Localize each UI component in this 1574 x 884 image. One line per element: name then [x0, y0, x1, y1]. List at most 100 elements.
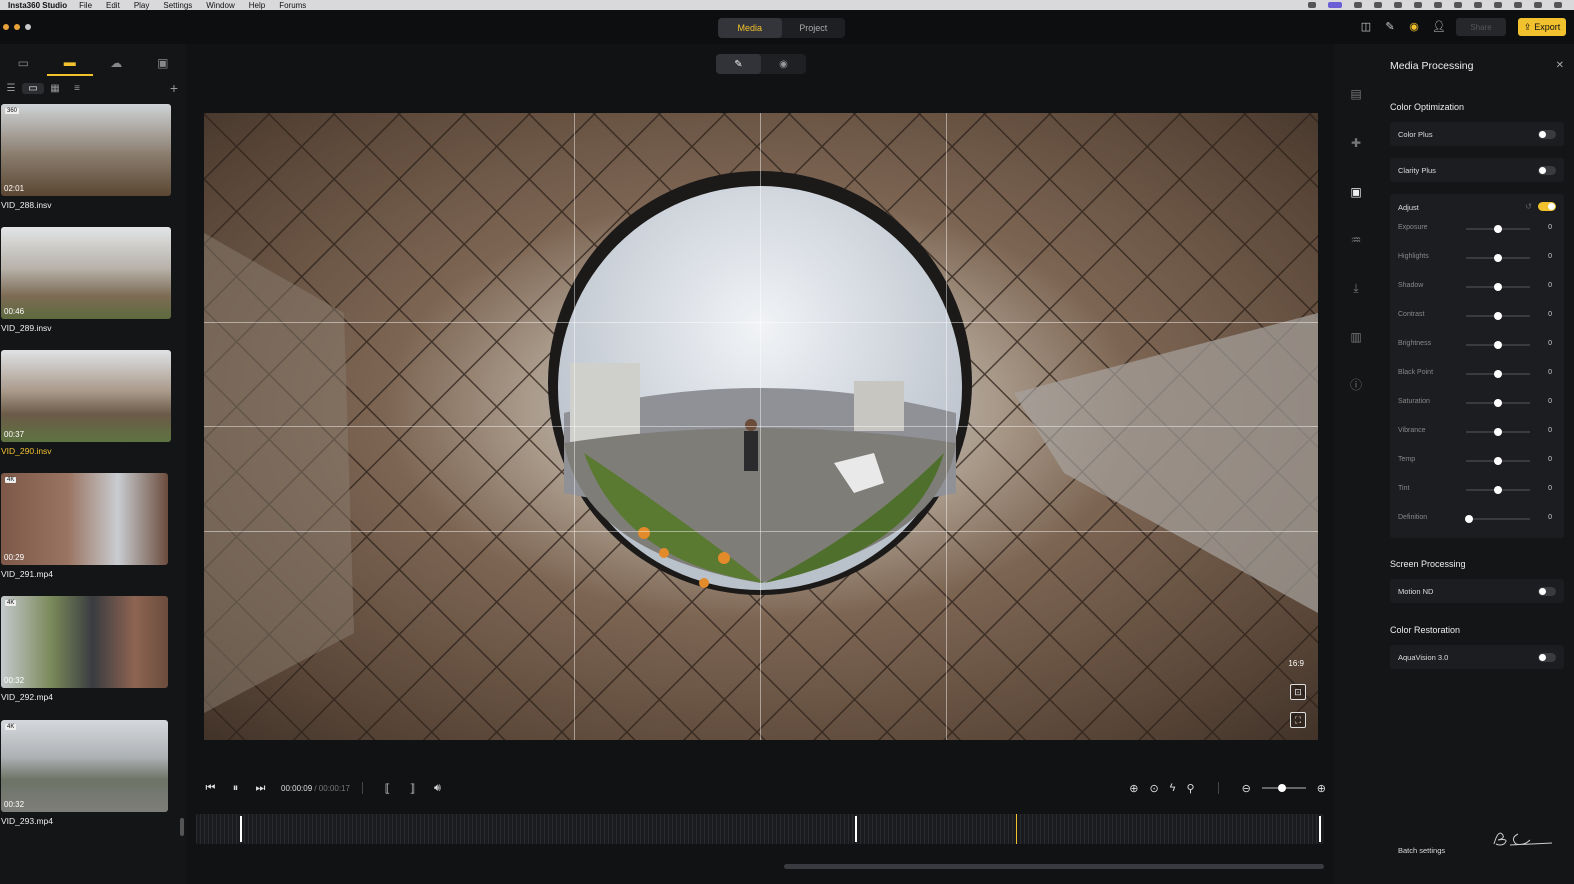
slider-track[interactable] — [1466, 312, 1530, 320]
motion-icon[interactable]: ⚲ — [1187, 782, 1195, 795]
adjust-toggle[interactable] — [1538, 202, 1556, 211]
tray-icon[interactable] — [1394, 2, 1402, 8]
share-button[interactable]: Share — [1456, 18, 1506, 36]
large-thumbnail-view-icon[interactable]: ▭ — [22, 82, 44, 94]
close-window-button[interactable] — [3, 24, 9, 30]
edit-icon[interactable]: ✎ — [1384, 21, 1396, 33]
cloud-icon[interactable]: ☁ — [93, 50, 140, 76]
slider-knob[interactable] — [1494, 486, 1502, 494]
speed-icon[interactable]: ϟ — [1170, 782, 1176, 794]
batch-settings-button[interactable]: Batch settings — [1398, 846, 1445, 855]
pause-icon[interactable]: ⏸ — [223, 782, 248, 795]
close-icon[interactable]: ✕ — [1556, 60, 1564, 71]
aspect-ratio-label[interactable]: 16:9 — [1288, 659, 1304, 668]
zoom-in-icon[interactable]: ⊕ — [1317, 782, 1326, 795]
fullscreen-icon[interactable]: ⛶ — [1290, 712, 1306, 728]
tray-icon[interactable] — [1374, 2, 1382, 8]
trim-end-icon[interactable]: ⟧ — [400, 782, 425, 795]
zoom-slider-knob[interactable] — [1277, 784, 1286, 792]
user-icon[interactable]: 👤︎ — [1432, 21, 1446, 33]
tray-icon[interactable] — [1434, 2, 1442, 8]
clip-item[interactable]: 4K 00:29 VID_291.mp4 — [1, 473, 171, 579]
tray-icon[interactable] — [1454, 2, 1462, 8]
aquavision-toggle[interactable] — [1538, 653, 1556, 662]
slider-track[interactable] — [1466, 283, 1530, 291]
slider-track[interactable] — [1466, 254, 1530, 262]
slider-track[interactable] — [1466, 486, 1530, 494]
slider-knob[interactable] — [1494, 312, 1502, 320]
layout-icon[interactable]: ◫ — [1360, 21, 1372, 33]
reset-icon[interactable]: ↺ — [1525, 202, 1532, 211]
edit-mode-icon[interactable]: ✎ — [716, 54, 761, 74]
slider-knob[interactable] — [1494, 457, 1502, 465]
menu-forums[interactable]: Forums — [279, 1, 306, 10]
slider-track[interactable] — [1466, 225, 1530, 233]
coin-icon[interactable]: ◉ — [1408, 21, 1420, 33]
slider-track[interactable] — [1466, 399, 1530, 407]
tray-icon[interactable] — [1308, 2, 1316, 8]
download-icon[interactable]: ⤓ — [1348, 280, 1364, 296]
bluetooth-icon[interactable] — [1414, 2, 1422, 8]
slider-track[interactable] — [1466, 341, 1530, 349]
sort-icon[interactable]: ☰ — [0, 83, 22, 94]
slider-track[interactable] — [1466, 457, 1530, 465]
search-icon[interactable] — [1534, 2, 1542, 8]
folder-icon[interactable]: ▬ — [46, 50, 93, 76]
export-button[interactable]: ⇪ Export — [1518, 18, 1566, 36]
grid-view-icon[interactable]: ▦ — [44, 83, 66, 94]
slider-track[interactable] — [1466, 370, 1530, 378]
clip-item[interactable]: 00:46 VID_289.insv — [1, 227, 171, 333]
skip-forward-icon[interactable]: ⏭ — [248, 782, 273, 795]
tab-media[interactable]: Media — [718, 18, 782, 38]
layers-icon[interactable]: ▥ — [1348, 329, 1364, 345]
sidebar-scrollbar[interactable] — [180, 818, 184, 836]
plugin-icon[interactable]: ✚ — [1348, 135, 1364, 151]
timeline-scrollbar[interactable] — [784, 864, 1324, 869]
tray-icon[interactable] — [1474, 2, 1482, 8]
film-icon[interactable]: ▤ — [1348, 86, 1364, 102]
preview-mode-icon[interactable]: ◉ — [761, 54, 806, 74]
slider-knob[interactable] — [1494, 254, 1502, 262]
menu-file[interactable]: File — [79, 1, 92, 10]
zoom-window-button[interactable] — [25, 24, 31, 30]
control-center-icon[interactable] — [1554, 2, 1562, 8]
crop-icon[interactable]: ⊡ — [1290, 684, 1306, 700]
menu-window[interactable]: Window — [206, 1, 234, 10]
slider-track[interactable] — [1465, 515, 1530, 523]
skip-back-icon[interactable]: ⏮ — [198, 782, 223, 795]
list-view-icon[interactable]: ≡ — [66, 83, 88, 94]
playhead[interactable] — [855, 816, 857, 842]
motion-nd-toggle[interactable] — [1538, 587, 1556, 596]
tray-icon[interactable] — [1328, 2, 1342, 8]
device-icon[interactable]: ▭ — [0, 50, 47, 76]
keyframe-marker[interactable] — [1016, 814, 1017, 844]
tray-icon[interactable] — [1494, 2, 1502, 8]
slider-track[interactable] — [1466, 428, 1530, 436]
trim-in-handle[interactable] — [240, 816, 242, 842]
slider-knob[interactable] — [1494, 399, 1502, 407]
menu-play[interactable]: Play — [134, 1, 150, 10]
tray-icon[interactable] — [1354, 2, 1362, 8]
audio-icon[interactable]: ♒︎ — [1348, 232, 1364, 248]
import-folder-icon[interactable]: ▣ — [140, 50, 187, 76]
timeline-track[interactable] — [196, 814, 1324, 844]
slider-knob[interactable] — [1494, 225, 1502, 233]
slider-knob[interactable] — [1465, 515, 1474, 523]
tab-project[interactable]: Project — [782, 18, 846, 38]
trim-out-handle[interactable] — [1319, 816, 1321, 842]
color-plus-toggle[interactable] — [1538, 130, 1556, 139]
zoom-slider[interactable] — [1261, 784, 1306, 792]
slider-knob[interactable] — [1494, 341, 1502, 349]
slider-knob[interactable] — [1494, 428, 1502, 436]
zoom-out-icon[interactable]: ⊖ — [1242, 782, 1251, 795]
menu-edit[interactable]: Edit — [106, 1, 120, 10]
wifi-icon[interactable] — [1514, 2, 1522, 8]
minimize-window-button[interactable] — [14, 24, 20, 30]
media-processing-icon[interactable]: ▣ — [1348, 184, 1364, 200]
volume-icon[interactable]: 🔊︎ — [425, 782, 450, 795]
add-keyframe-icon[interactable]: ⊕ — [1129, 782, 1138, 795]
deep-track-icon[interactable]: ⊙ — [1149, 782, 1158, 795]
slider-knob[interactable] — [1494, 283, 1502, 291]
app-name[interactable]: Insta360 Studio — [8, 1, 67, 10]
trim-start-icon[interactable]: ⟦ — [375, 782, 400, 795]
